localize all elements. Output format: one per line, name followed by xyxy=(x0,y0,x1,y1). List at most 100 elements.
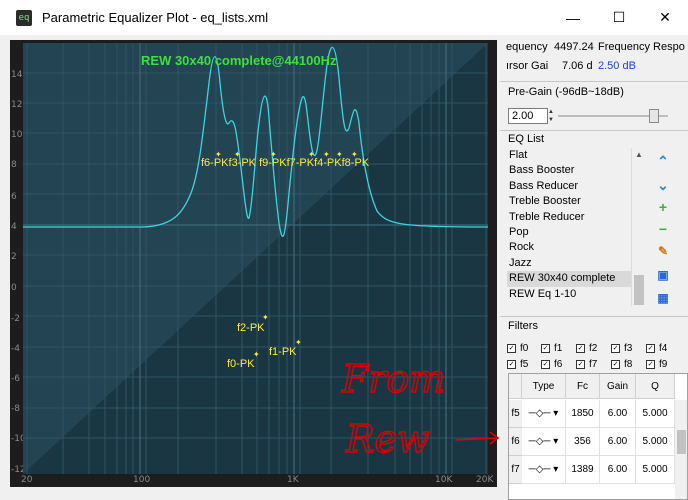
scrollbar-thumb[interactable] xyxy=(677,430,686,454)
filter-q-cell[interactable]: 5.000 xyxy=(636,400,675,428)
checkbox-checked-icon[interactable]: ✓ xyxy=(507,344,516,353)
divider xyxy=(500,81,688,82)
eq-list-item[interactable]: Treble Booster xyxy=(507,194,631,209)
column-header-type[interactable]: Type xyxy=(522,374,566,399)
app-icon: eq xyxy=(16,9,32,26)
filter-checkbox-f1[interactable]: ✓ f1 xyxy=(541,343,562,354)
annotation-text-from: From xyxy=(341,357,445,401)
checkbox-checked-icon[interactable]: ✓ xyxy=(611,360,620,369)
filter-checkbox-f9[interactable]: ✓ f9 xyxy=(646,359,667,370)
checkbox-checked-icon[interactable]: ✓ xyxy=(576,360,585,369)
marker-star: ✦ xyxy=(323,150,330,159)
marker-star: ✦ xyxy=(215,150,222,159)
minimize-button[interactable]: — xyxy=(550,0,596,35)
filter-q-cell[interactable]: 5.000 xyxy=(636,456,675,484)
response-value: 2.50 dB xyxy=(598,60,636,72)
import-icon[interactable]: ▦ xyxy=(654,289,672,307)
row-header: f7 xyxy=(509,456,522,484)
plot-title: REW 30x40 complete@44100Hz xyxy=(141,53,337,68)
checkbox-label: f9 xyxy=(659,359,668,370)
pregain-spinner-icon[interactable]: ▲ ▼ xyxy=(548,108,556,124)
eq-list-scrollbar[interactable]: ▲ xyxy=(631,148,645,306)
eq-list-item-selected[interactable]: REW 30x40 complete xyxy=(507,271,631,287)
eq-list-item[interactable]: Jazz xyxy=(507,256,631,271)
pregain-slider-thumb[interactable] xyxy=(648,109,659,123)
filters-label: Filters xyxy=(508,320,538,332)
filter-fc-cell[interactable]: 356 xyxy=(566,428,600,456)
close-button[interactable]: ✕ xyxy=(642,0,688,35)
filter-checkbox-f4[interactable]: ✓ f4 xyxy=(646,343,667,354)
marker-star: ✦ xyxy=(336,150,343,159)
eq-list-item[interactable]: Bass Booster xyxy=(507,163,631,178)
column-header-gain[interactable]: Gain xyxy=(600,374,636,399)
filter-checkbox-f7[interactable]: ✓ f7 xyxy=(576,359,597,370)
pregain-input[interactable]: 2.00 xyxy=(508,108,548,124)
add-button[interactable]: + xyxy=(654,198,672,216)
filter-checkbox-f3[interactable]: ✓ f3 xyxy=(611,343,632,354)
filter-type-select[interactable]: ─◇─ ▾ xyxy=(522,400,566,428)
filters-table-scrollbar[interactable] xyxy=(675,400,687,499)
filter-checkbox-f2[interactable]: ✓ f2 xyxy=(576,343,597,354)
scroll-up-icon[interactable]: ▲ xyxy=(632,150,646,159)
x-tick-label: 10K xyxy=(435,475,453,485)
frequency-response-label: Frequency Respo xyxy=(598,41,685,53)
remove-button[interactable]: − xyxy=(654,220,672,238)
checkbox-label: f7 xyxy=(589,359,598,370)
filter-fc-cell[interactable]: 1850 xyxy=(566,400,600,428)
checkbox-label: f8 xyxy=(624,359,633,370)
x-tick-label: 20K xyxy=(476,475,494,485)
marker-star: ✦ xyxy=(351,150,358,159)
checkbox-label: f5 xyxy=(520,359,529,370)
filter-gain-cell[interactable]: 6.00 xyxy=(600,428,636,456)
eq-list-item[interactable]: Rock xyxy=(507,240,631,255)
y-tick-label: 2 xyxy=(11,252,17,262)
checkbox-checked-icon[interactable]: ✓ xyxy=(646,344,655,353)
cursor-gain-value: 7.06 d xyxy=(562,60,593,72)
eq-list[interactable]: Flat Bass Booster Bass Reducer Treble Bo… xyxy=(507,148,631,306)
filter-checkbox-f5[interactable]: ✓ f5 xyxy=(507,359,528,370)
row-header: f5 xyxy=(509,400,522,428)
marker-star: ✦ xyxy=(308,150,315,159)
checkbox-label: f4 xyxy=(659,343,668,354)
frequency-label: equency xyxy=(506,41,548,53)
filter-type-select[interactable]: ─◇─ ▾ xyxy=(522,456,566,484)
checkbox-checked-icon[interactable]: ✓ xyxy=(611,344,620,353)
annotation-arrow xyxy=(454,431,500,445)
checkbox-label: f3 xyxy=(624,343,633,354)
checkbox-checked-icon[interactable]: ✓ xyxy=(646,360,655,369)
checkbox-checked-icon[interactable]: ✓ xyxy=(507,360,516,369)
filter-checkbox-f6[interactable]: ✓ f6 xyxy=(541,359,562,370)
eq-list-item[interactable]: Flat xyxy=(507,148,631,163)
filter-checkbox-f0[interactable]: ✓ f0 xyxy=(507,343,528,354)
filter-checkbox-f8[interactable]: ✓ f8 xyxy=(611,359,632,370)
eq-list-item[interactable]: Pop xyxy=(507,225,631,240)
move-up-button[interactable]: ⌃ xyxy=(654,152,672,170)
eq-list-item[interactable]: Treble Reducer xyxy=(507,210,631,225)
save-icon[interactable]: ▣ xyxy=(654,266,672,284)
y-tick-label: -2 xyxy=(11,314,20,324)
checkbox-checked-icon[interactable]: ✓ xyxy=(576,344,585,353)
maximize-button[interactable]: ☐ xyxy=(596,0,642,35)
table-corner xyxy=(509,374,522,399)
scrollbar-thumb[interactable] xyxy=(634,275,644,305)
eq-list-item[interactable]: Bass Reducer xyxy=(507,179,631,194)
move-down-button[interactable]: ⌄ xyxy=(654,176,672,194)
y-tick-label: 8 xyxy=(11,160,17,170)
column-header-q[interactable]: Q xyxy=(636,374,675,399)
divider xyxy=(500,130,688,131)
filter-type-select[interactable]: ─◇─ ▾ xyxy=(522,428,566,456)
checkbox-checked-icon[interactable]: ✓ xyxy=(541,360,550,369)
eq-list-item[interactable]: REW Eq 1-10 xyxy=(507,287,631,302)
filter-gain-cell[interactable]: 6.00 xyxy=(600,400,636,428)
filter-q-cell[interactable]: 5.000 xyxy=(636,428,675,456)
y-tick-label: 6 xyxy=(11,192,17,202)
filter-fc-cell[interactable]: 1389 xyxy=(566,456,600,484)
edit-icon[interactable]: ✎ xyxy=(654,242,672,260)
y-tick-label: 10 xyxy=(11,130,23,140)
x-tick-label: 20 xyxy=(21,475,33,485)
checkbox-label: f1 xyxy=(554,343,563,354)
y-tick-label: -8 xyxy=(11,404,20,414)
checkbox-checked-icon[interactable]: ✓ xyxy=(541,344,550,353)
filter-gain-cell[interactable]: 6.00 xyxy=(600,456,636,484)
column-header-fc[interactable]: Fc xyxy=(566,374,600,399)
